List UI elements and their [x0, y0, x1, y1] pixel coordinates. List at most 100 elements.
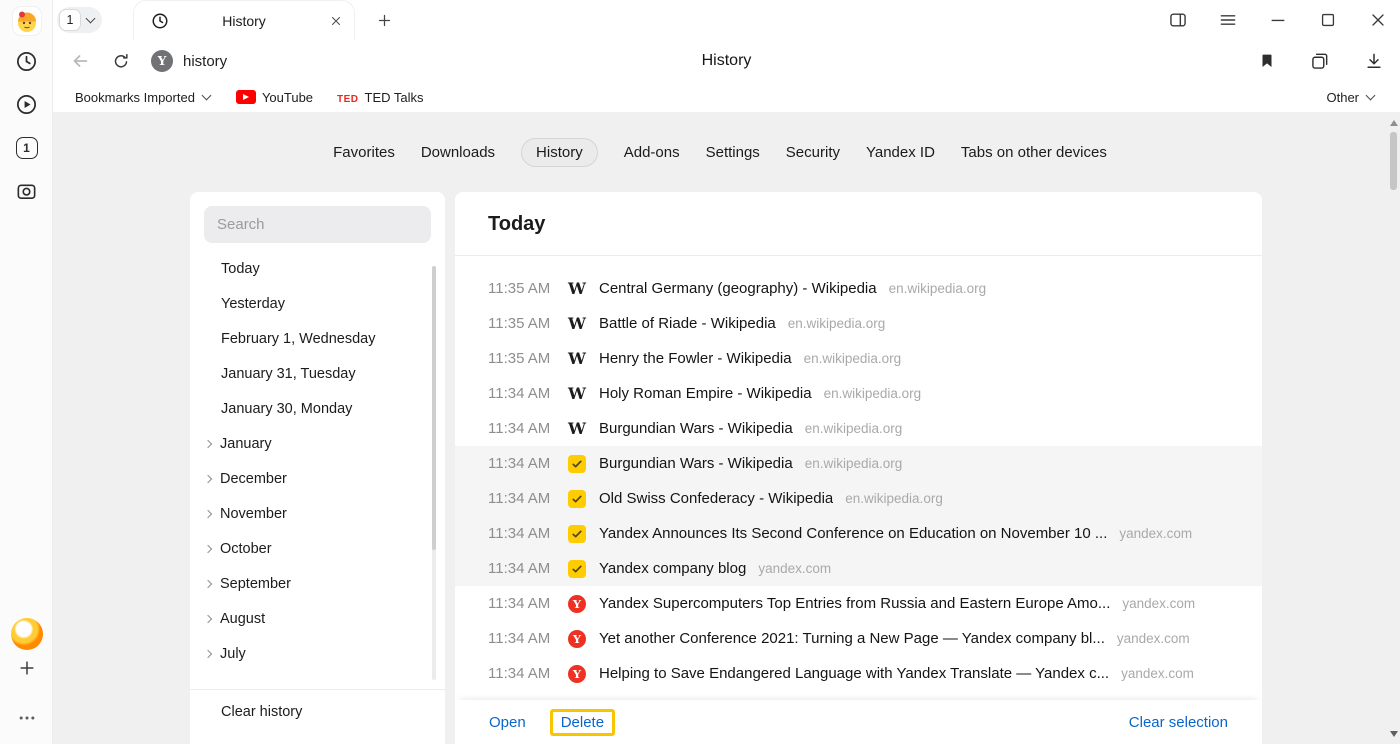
plus-icon	[17, 658, 37, 678]
history-entry-domain: yandex.com	[758, 561, 831, 576]
visit-time: 11:34 AM	[488, 560, 568, 577]
selected-checkbox[interactable]	[568, 490, 586, 508]
clear-selection-button[interactable]: Clear selection	[1129, 714, 1228, 731]
sidebar-scrollbar-thumb[interactable]	[432, 266, 436, 550]
bookmarks-other-label: Other	[1326, 90, 1359, 105]
plus-icon	[376, 12, 393, 29]
month-filter-item[interactable]: September	[190, 566, 445, 601]
history-entry-title[interactable]: Central Germany (geography) - Wikipedia	[599, 280, 877, 297]
history-entry-title[interactable]: Old Swiss Confederacy - Wikipedia	[599, 490, 833, 507]
tab-close-icon[interactable]	[330, 15, 342, 27]
chevron-right-icon	[204, 474, 212, 482]
nav-tab[interactable]: Tabs on other devices	[961, 138, 1107, 167]
date-filter-item[interactable]: Today	[190, 251, 445, 286]
nav-tab[interactable]: History	[521, 138, 598, 167]
window-scrollbar[interactable]	[1387, 112, 1400, 744]
history-entry-title[interactable]: Yandex Announces Its Second Conference o…	[599, 525, 1107, 542]
history-entry-title[interactable]: Battle of Riade - Wikipedia	[599, 315, 776, 332]
history-rail-button[interactable]	[0, 50, 53, 73]
bookmark-item[interactable]: TED Talks	[337, 90, 424, 105]
history-row[interactable]: 11:34 AM Yandex company blog yandex.com	[455, 551, 1262, 586]
bookmark-label: YouTube	[262, 90, 313, 105]
month-filter-item[interactable]: December	[190, 461, 445, 496]
scroll-up-icon[interactable]	[1390, 120, 1398, 126]
visit-time: 11:35 AM	[488, 315, 568, 332]
rail-add-button[interactable]	[0, 658, 53, 678]
minimize-icon[interactable]	[1268, 10, 1288, 30]
tab-history[interactable]: History	[133, 0, 355, 40]
scroll-down-icon[interactable]	[1390, 731, 1398, 737]
month-filter-item[interactable]: November	[190, 496, 445, 531]
chevron-right-icon	[204, 649, 212, 657]
tab-group-button[interactable]: 1	[57, 7, 102, 33]
scrollbar-thumb[interactable]	[1390, 132, 1397, 190]
nav-tab[interactable]: Downloads	[421, 138, 495, 167]
history-row[interactable]: 11:35 AM Battle of Riade - Wikipedia en.…	[455, 306, 1262, 341]
month-filter-item[interactable]: August	[190, 601, 445, 636]
chevron-right-icon	[204, 614, 212, 622]
chevron-down-icon	[1366, 91, 1376, 101]
history-row[interactable]: 11:34 AM Yandex Supercomputers Top Entri…	[455, 586, 1262, 621]
history-entry-title[interactable]: Holy Roman Empire - Wikipedia	[599, 385, 812, 402]
chevron-right-icon	[204, 509, 212, 517]
bookmarks-other[interactable]: Other	[1326, 90, 1400, 105]
nav-tab[interactable]: Add-ons	[624, 138, 680, 167]
month-filter-item[interactable]: July	[190, 636, 445, 671]
history-row[interactable]: 11:34 AM Helping to Save Endangered Lang…	[455, 656, 1262, 691]
clear-history-button[interactable]: Clear history	[190, 689, 445, 733]
bookmark-item[interactable]: YouTube	[236, 90, 313, 105]
nav-tab[interactable]: Favorites	[333, 138, 395, 167]
collections-icon[interactable]	[1310, 51, 1330, 71]
video-rail-button[interactable]	[0, 93, 53, 116]
nav-tab[interactable]: Yandex ID	[866, 138, 935, 167]
delete-button[interactable]: Delete	[561, 714, 604, 731]
history-entry-title[interactable]: Yet another Conference 2021: Turning a N…	[599, 630, 1105, 647]
address-bar[interactable]: Y history	[151, 50, 227, 72]
profile-avatar[interactable]	[0, 6, 53, 36]
history-row[interactable]: 11:35 AM Henry the Fowler - Wikipedia en…	[455, 341, 1262, 376]
month-filter-label: September	[220, 576, 291, 592]
nav-tab[interactable]: Settings	[706, 138, 760, 167]
date-filter-item[interactable]: January 31, Tuesday	[190, 356, 445, 391]
history-row[interactable]: 11:34 AM Yet another Conference 2021: Tu…	[455, 621, 1262, 656]
maximize-icon[interactable]	[1318, 10, 1338, 30]
history-entry-title[interactable]: Yandex company blog	[599, 560, 746, 577]
selected-checkbox[interactable]	[568, 455, 586, 473]
menu-icon[interactable]	[1218, 10, 1238, 30]
yandex-favicon	[568, 665, 586, 683]
tabs-rail-button[interactable]: 1	[0, 137, 53, 159]
browser-pages-nav: Favorites Downloads History Add-ons Sett…	[53, 138, 1387, 167]
history-entry-title[interactable]: Helping to Save Endangered Language with…	[599, 665, 1109, 682]
history-row[interactable]: 11:34 AM Old Swiss Confederacy - Wikiped…	[455, 481, 1262, 516]
bookmarks-folder[interactable]: Bookmarks Imported	[75, 90, 210, 105]
history-row[interactable]: 11:34 AM Burgundian Wars - Wikipedia en.…	[455, 411, 1262, 446]
yandex-browser-logo[interactable]	[0, 618, 53, 650]
history-entry-title[interactable]: Henry the Fowler - Wikipedia	[599, 350, 792, 367]
history-row[interactable]: 11:34 AM Yandex Announces Its Second Con…	[455, 516, 1262, 551]
history-entry-title[interactable]: Burgundian Wars - Wikipedia	[599, 420, 793, 437]
bookmark-icon[interactable]	[1258, 52, 1276, 70]
screenshot-rail-button[interactable]	[0, 180, 53, 203]
close-icon[interactable]	[1368, 10, 1388, 30]
search-input[interactable]	[204, 206, 431, 243]
date-filter-item[interactable]: January 30, Monday	[190, 391, 445, 426]
month-filter-item[interactable]: January	[190, 426, 445, 461]
history-row[interactable]: 11:35 AM Central Germany (geography) - W…	[455, 271, 1262, 306]
new-tab-button[interactable]	[373, 9, 395, 31]
rail-more-button[interactable]	[0, 708, 53, 728]
tab-title: History	[222, 13, 266, 29]
history-entry-title[interactable]: Yandex Supercomputers Top Entries from R…	[599, 595, 1110, 612]
nav-tab[interactable]: Security	[786, 138, 840, 167]
date-filter-item[interactable]: Yesterday	[190, 286, 445, 321]
more-dots-icon	[17, 708, 37, 728]
date-filter-item[interactable]: February 1, Wednesday	[190, 321, 445, 356]
sidebar-toggle-icon[interactable]	[1168, 10, 1188, 30]
history-entry-title[interactable]: Burgundian Wars - Wikipedia	[599, 455, 793, 472]
selected-checkbox[interactable]	[568, 525, 586, 543]
history-row[interactable]: 11:34 AM Burgundian Wars - Wikipedia en.…	[455, 446, 1262, 481]
downloads-icon[interactable]	[1364, 51, 1384, 71]
open-button[interactable]: Open	[489, 714, 526, 731]
month-filter-item[interactable]: October	[190, 531, 445, 566]
history-row[interactable]: 11:34 AM Holy Roman Empire - Wikipedia e…	[455, 376, 1262, 411]
selected-checkbox[interactable]	[568, 560, 586, 578]
